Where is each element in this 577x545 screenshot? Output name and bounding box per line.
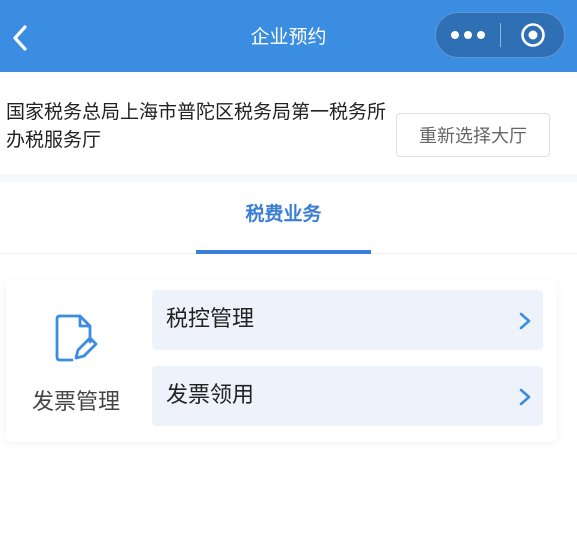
tab-bar: 税费业务 [0,182,577,254]
top-nav-bar: 企业预约 [0,0,577,72]
service-category-card: 发票管理 税控管理 发票领用 [6,280,557,442]
hall-name: 国家税务总局上海市普陀区税务局第一税务所办税服务厅 [6,101,387,151]
target-circle-icon [520,23,545,47]
more-button[interactable] [436,13,500,57]
tab-tax-business[interactable]: 税费业务 [196,182,371,254]
category-label: 发票管理 [31,390,120,415]
more-dots-icon [451,31,485,39]
tab-label: 税费业务 [245,203,322,225]
service-item-label: 发票领用 [166,383,255,408]
service-item-label: 税控管理 [166,307,255,332]
chevron-right-icon [519,388,531,406]
mini-program-capsule [435,12,565,58]
close-mini-program-button[interactable] [501,13,564,57]
chevron-right-icon [519,312,531,330]
document-edit-icon [55,314,98,362]
tab-active-indicator [196,250,371,254]
service-item-invoice-collection[interactable]: 发票领用 [152,366,543,426]
reselect-hall-button[interactable]: 重新选择大厅 [396,113,550,157]
service-item-tax-control[interactable]: 税控管理 [152,290,543,350]
hall-info-section: 国家税务总局上海市普陀区税务局第一税务所办税服务厅 重新选择大厅 [0,72,577,182]
